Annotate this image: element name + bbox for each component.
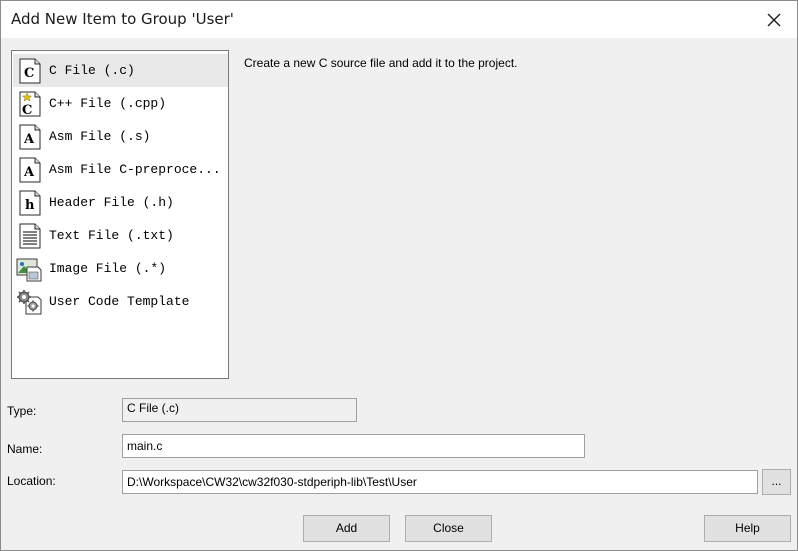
cpp-file-icon: C (19, 91, 41, 117)
svg-text:C: C (24, 66, 34, 81)
list-item-header-file[interactable]: h Header File (.h) (13, 186, 228, 219)
list-item-label: Text File (.txt) (49, 228, 174, 243)
list-item-label: Image File (.*) (49, 261, 167, 276)
c-file-icon: C (19, 58, 41, 84)
close-icon (767, 13, 781, 27)
svg-text:h: h (25, 198, 35, 213)
header-file-icon: h (19, 190, 41, 216)
list-item-label: Asm File C-preproce... (49, 162, 221, 177)
list-item-label: C File (.c) (49, 63, 135, 78)
image-file-icon (16, 258, 42, 282)
svg-text:A: A (23, 165, 35, 180)
window-title: Add New Item to Group 'User' (11, 10, 234, 28)
svg-text:C: C (22, 103, 32, 117)
list-item-user-code-template[interactable]: User Code Template (13, 285, 228, 318)
close-window-button[interactable] (751, 1, 797, 38)
svg-text:A: A (23, 132, 35, 147)
asm-preproc-file-icon: A (19, 157, 41, 183)
help-button[interactable]: Help (704, 515, 791, 542)
type-field: C File (.c) (122, 398, 357, 422)
browse-button[interactable]: ... (762, 469, 791, 495)
list-item-label: C++ File (.cpp) (49, 96, 167, 111)
list-item-asm-preproc-file[interactable]: A Asm File C-preproce... (13, 153, 228, 186)
add-button[interactable]: Add (303, 515, 390, 542)
location-label: Location: (7, 474, 56, 488)
close-button[interactable]: Close (405, 515, 492, 542)
file-type-list[interactable]: C C File (.c) C C++ File (.cpp) A Asm Fi… (11, 50, 229, 379)
list-item-label: Asm File (.s) (49, 129, 151, 144)
text-file-icon (19, 223, 41, 249)
type-label: Type: (7, 404, 37, 418)
name-label: Name: (7, 442, 43, 456)
list-item-label: User Code Template (49, 294, 190, 309)
location-input[interactable] (122, 470, 758, 494)
list-item-text-file[interactable]: Text File (.txt) (13, 219, 228, 252)
add-new-item-dialog: Add New Item to Group 'User' C C File (.… (0, 0, 798, 551)
item-description: Create a new C source file and add it to… (244, 56, 518, 70)
list-item-asm-file[interactable]: A Asm File (.s) (13, 120, 228, 153)
name-input[interactable] (122, 434, 585, 458)
list-item-c-file[interactable]: C C File (.c) (13, 54, 228, 87)
list-item-image-file[interactable]: Image File (.*) (13, 252, 228, 285)
asm-file-icon: A (19, 124, 41, 150)
list-item-cpp-file[interactable]: C C++ File (.cpp) (13, 87, 228, 120)
gears-icon (17, 290, 42, 315)
list-item-label: Header File (.h) (49, 195, 174, 210)
title-bar: Add New Item to Group 'User' (1, 1, 797, 38)
